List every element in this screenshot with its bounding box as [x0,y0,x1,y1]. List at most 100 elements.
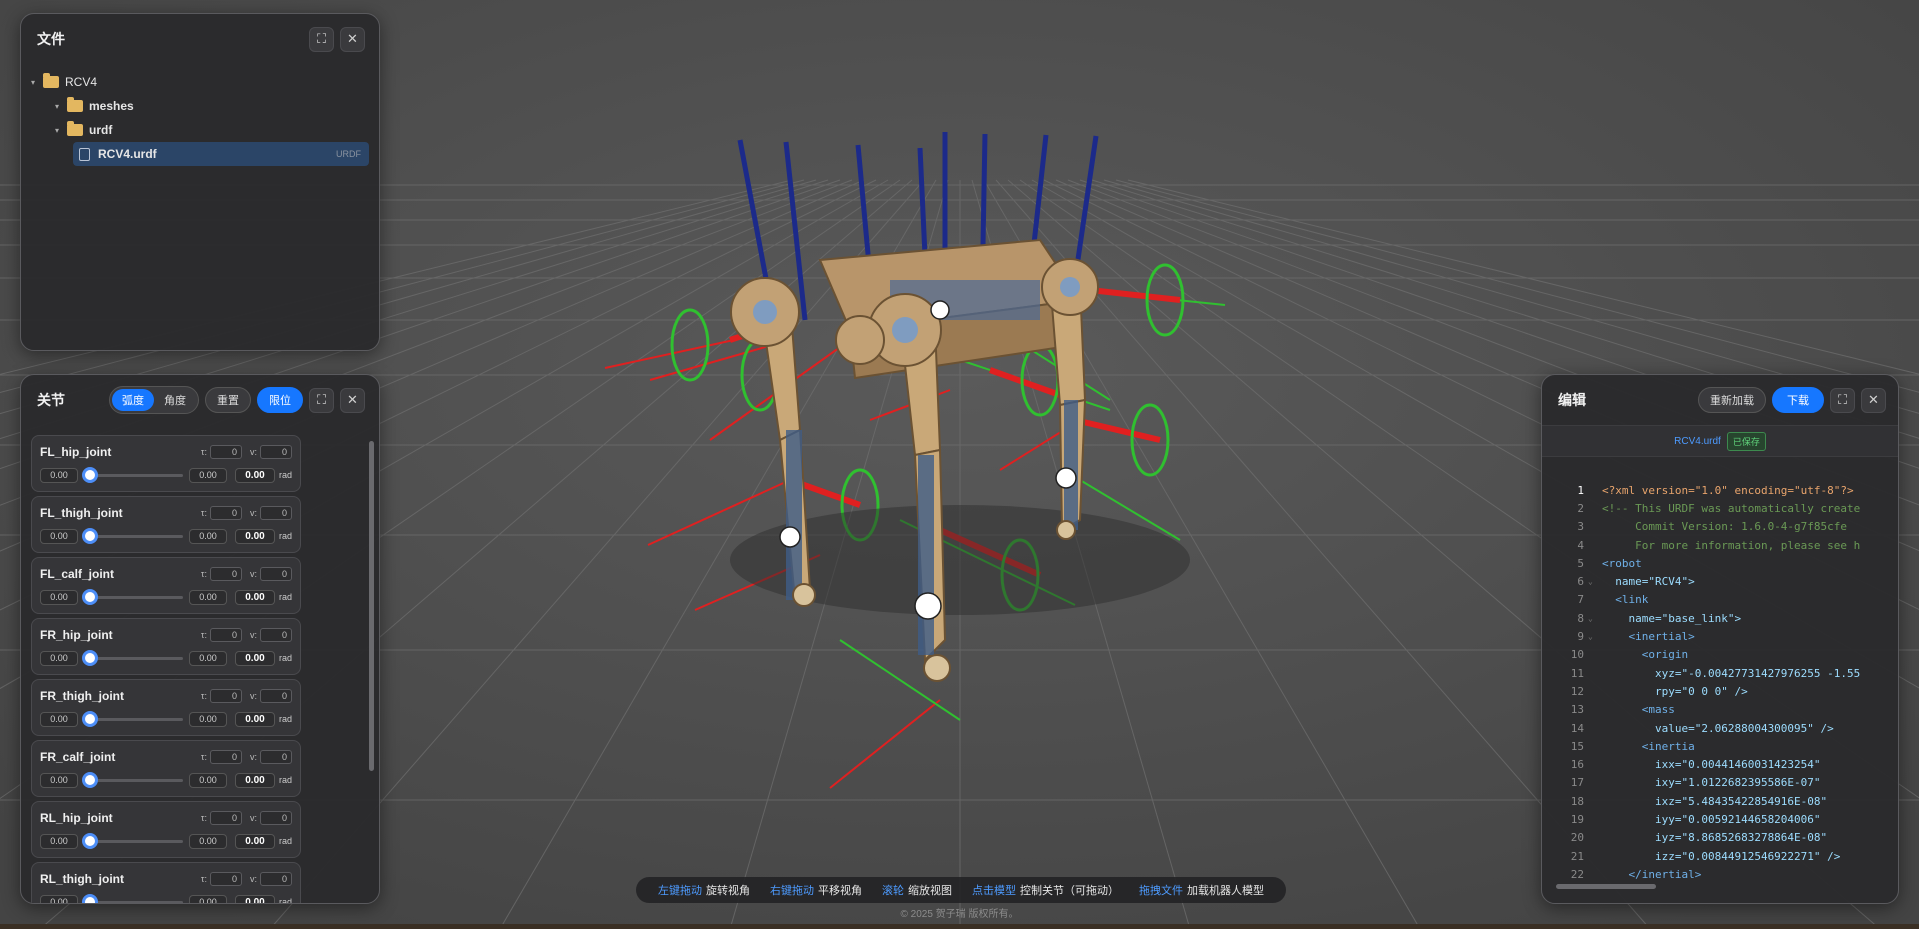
joint-max-input[interactable]: 0.00 [188,894,227,903]
slider-handle[interactable] [82,893,98,903]
tree-item-rcv4-urdf[interactable]: RCV4.urdf URDF [73,142,369,166]
joint-value-input[interactable]: 0.00 [234,589,275,605]
slider-handle[interactable] [82,527,98,544]
joint-min-input[interactable]: 0.00 [40,894,78,903]
slider-handle[interactable] [82,771,98,788]
code-line[interactable]: 21 izz="0.00844912546922271" /> [1552,847,1888,865]
tree-item-rcv4[interactable]: ▾ RCV4 [31,70,369,94]
joint-min-input[interactable]: 0.00 [40,772,78,788]
chevron-down-icon[interactable]: ▾ [55,126,67,135]
code-line[interactable]: 13 <mass [1552,701,1888,719]
code-line[interactable]: 11 xyz="-0.00427731427976255 -1.55 [1552,664,1888,682]
code-line[interactable]: 12 rpy="0 0 0" /> [1552,682,1888,700]
joint-max-input[interactable]: 0.00 [188,833,227,849]
code-line[interactable]: 10 <origin [1552,646,1888,664]
maximize-icon[interactable]: ⛶ [1830,387,1855,413]
joint-slider[interactable] [82,466,183,483]
joint-max-input[interactable]: 0.00 [188,589,227,605]
torque-input[interactable]: 0 [209,689,242,703]
torque-input[interactable]: 0 [209,567,242,581]
maximize-icon[interactable]: ⛶ [309,387,334,413]
joint-value-input[interactable]: 0.00 [234,528,275,544]
code-line[interactable]: 8 ⌄ name="base_link"> [1552,609,1888,627]
joint-list-scrollbar[interactable] [369,441,374,771]
torque-input[interactable]: 0 [209,872,242,886]
joint-min-input[interactable]: 0.00 [40,467,78,483]
torque-input[interactable]: 0 [209,506,242,520]
joint-value-input[interactable]: 0.00 [234,894,275,903]
radian-toggle[interactable]: 弧度 [112,389,154,411]
close-icon[interactable]: ✕ [340,26,365,52]
code-line[interactable]: 17 ixy="1.0122682395586E-07" [1552,774,1888,792]
joint-slider[interactable] [82,710,183,727]
code-line[interactable]: 15 <inertia [1552,737,1888,755]
chevron-down-icon[interactable]: ▾ [31,78,43,87]
code-line[interactable]: 3 Commit Version: 1.6.0-4-g7f85cfe [1552,518,1888,536]
tree-item-urdf[interactable]: ▾ urdf [31,118,369,142]
degree-toggle[interactable]: 角度 [154,389,196,411]
velocity-input[interactable]: 0 [260,750,292,764]
torque-input[interactable]: 0 [209,445,242,459]
torque-input[interactable]: 0 [209,628,242,642]
joint-min-input[interactable]: 0.00 [40,833,78,849]
code-line[interactable]: 5 <robot [1552,554,1888,572]
code-line[interactable]: 6 ⌄ name="RCV4"> [1552,572,1888,590]
limit-button[interactable]: 限位 [257,387,303,413]
code-line[interactable]: 1 <?xml version="1.0" encoding="utf-8"?> [1552,481,1888,499]
code-line[interactable]: 7 <link [1552,591,1888,609]
joint-value-input[interactable]: 0.00 [234,833,275,849]
velocity-input[interactable]: 0 [260,567,292,581]
velocity-input[interactable]: 0 [260,445,292,459]
reset-button[interactable]: 重置 [205,387,251,413]
joint-value-input[interactable]: 0.00 [234,772,275,788]
fold-chevron-icon[interactable]: ⌄ [1588,632,1602,641]
joint-max-input[interactable]: 0.00 [188,467,227,483]
code-line[interactable]: 16 ixx="0.00441460031423254" [1552,755,1888,773]
joint-max-input[interactable]: 0.00 [188,772,227,788]
velocity-input[interactable]: 0 [260,689,292,703]
code-line[interactable]: 22 </inertial> [1552,865,1888,883]
slider-handle[interactable] [82,710,98,727]
tree-item-meshes[interactable]: ▾ meshes [31,94,369,118]
joint-slider[interactable] [82,832,183,849]
joint-slider[interactable] [82,771,183,788]
code-line[interactable]: 2 <!-- This URDF was automatically create [1552,499,1888,517]
close-icon[interactable]: ✕ [1861,387,1886,413]
maximize-icon[interactable]: ⛶ [309,26,334,52]
torque-input[interactable]: 0 [209,750,242,764]
joint-slider[interactable] [82,893,183,903]
slider-handle[interactable] [82,649,98,666]
slider-handle[interactable] [82,466,98,483]
joint-max-input[interactable]: 0.00 [188,650,227,666]
joint-value-input[interactable]: 0.00 [234,711,275,727]
joint-value-input[interactable]: 0.00 [234,650,275,666]
velocity-input[interactable]: 0 [260,872,292,886]
joint-min-input[interactable]: 0.00 [40,650,78,666]
joint-value-input[interactable]: 0.00 [234,467,275,483]
joint-min-input[interactable]: 0.00 [40,711,78,727]
code-horizontal-scrollbar[interactable] [1556,884,1656,889]
velocity-input[interactable]: 0 [260,811,292,825]
code-line[interactable]: 14 value="2.06288004300095" /> [1552,719,1888,737]
code-line[interactable]: 4 For more information, please see h [1552,536,1888,554]
velocity-input[interactable]: 0 [260,628,292,642]
fold-chevron-icon[interactable]: ⌄ [1588,614,1602,623]
joint-min-input[interactable]: 0.00 [40,528,78,544]
velocity-input[interactable]: 0 [260,506,292,520]
joint-max-input[interactable]: 0.00 [188,528,227,544]
fold-chevron-icon[interactable]: ⌄ [1588,577,1602,586]
close-icon[interactable]: ✕ [340,387,365,413]
reload-button[interactable]: 重新加载 [1698,387,1766,413]
chevron-down-icon[interactable]: ▾ [55,102,67,111]
joint-slider[interactable] [82,588,183,605]
code-line[interactable]: 9 ⌄ <inertial> [1552,627,1888,645]
joint-min-input[interactable]: 0.00 [40,589,78,605]
slider-handle[interactable] [82,588,98,605]
torque-input[interactable]: 0 [209,811,242,825]
code-editor[interactable]: 1 <?xml version="1.0" encoding="utf-8"?> 2… [1552,481,1888,891]
joint-max-input[interactable]: 0.00 [188,711,227,727]
joint-slider[interactable] [82,649,183,666]
editor-filename[interactable]: RCV4.urdf [1674,436,1721,447]
joint-slider[interactable] [82,527,183,544]
slider-handle[interactable] [82,832,98,849]
